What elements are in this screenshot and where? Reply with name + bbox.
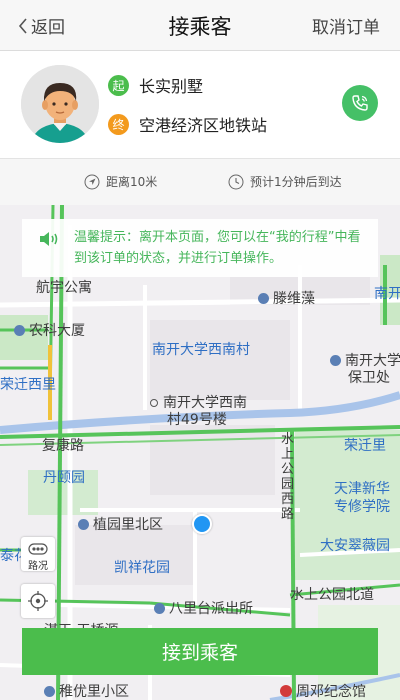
map-label-zhiyuan: 植园里北区 <box>78 517 163 533</box>
map-label-shuishang-road: 水上公园西路 <box>281 432 295 522</box>
current-location-marker <box>192 514 212 534</box>
map-label-nongke: 农科大厦 <box>14 323 85 339</box>
map-label-danyiyuan: 丹颐园 <box>43 470 85 486</box>
map-label-nankai-top: 南开 <box>374 286 400 302</box>
cancel-order-button[interactable]: 取消订单 <box>312 13 380 38</box>
map-label-bldg-1: 南开大学西南 <box>163 395 247 411</box>
passenger-avatar <box>21 65 99 143</box>
notice-banner: 温馨提示：离开本页面，您可以在“我的行程”中看到该订单的状态，并进行订单操作。 <box>22 219 378 277</box>
traffic-icon <box>28 543 48 555</box>
map-label-fukang: 复康路 <box>42 438 84 454</box>
clock-icon <box>228 174 244 189</box>
end-location: 终 空港经济区地铁站 <box>108 112 267 136</box>
small-dot-icon <box>150 399 158 407</box>
map-label-nankai-bwk-1: 南开大学 <box>345 353 400 369</box>
end-location-text: 空港经济区地铁站 <box>139 116 268 135</box>
start-badge: 起 <box>108 74 129 96</box>
eta-info: 预计1分钟后到达 <box>228 173 342 190</box>
map-label-hangyu-text: 航宇公寓 <box>36 280 92 296</box>
map-label-tj-2: 专修学院 <box>334 499 390 515</box>
map-label-zhiyuan-text: 植园里北区 <box>93 517 163 533</box>
trip-info-bar: 距离10米 预计1分钟后到达 <box>0 159 400 205</box>
map-label-balitai: 八里台派出所 <box>154 601 253 617</box>
end-badge: 终 <box>108 113 129 135</box>
notice-text: 温馨提示：离开本页面，您可以在“我的行程”中看到该订单的状态，并进行订单操作。 <box>74 230 361 266</box>
map-label-bldg: 南开大学西南 <box>150 395 247 411</box>
poi-icon <box>154 603 165 614</box>
phone-icon <box>352 95 368 111</box>
poi-icon <box>330 355 341 366</box>
map-label-tengweizao: 滕维藻 <box>258 291 315 307</box>
call-passenger-button[interactable] <box>342 85 378 121</box>
map-label-nankai-bwk-2: 保卫处 <box>348 370 390 386</box>
start-location: 起 长实别墅 <box>108 73 203 97</box>
map-label-nankai-xn: 南开大学西南村 <box>152 342 250 358</box>
locate-button[interactable] <box>21 584 55 618</box>
traffic-label: 路况 <box>28 561 48 572</box>
map-label-chiyou: 稚优里小区 <box>44 684 129 700</box>
poi-icon <box>14 325 25 336</box>
map-label-rongqianxili: 荣迁西里 <box>0 377 56 393</box>
map-label-hangyu: 航宇公寓 <box>36 280 92 296</box>
map-label-tj-1: 天津新华 <box>334 481 390 497</box>
map-label-nongke-text: 农科大厦 <box>29 323 85 339</box>
traffic-toggle[interactable]: 路况 <box>21 537 55 572</box>
start-location-text: 长实别墅 <box>139 77 204 96</box>
chevron-left-icon <box>18 17 27 34</box>
map-label-bldg-2: 村49号楼 <box>167 412 227 428</box>
map-label-tengweizao-text: 滕维藻 <box>273 291 315 307</box>
poi-icon <box>78 519 89 530</box>
memorial-icon <box>280 685 292 697</box>
map-label-daanzhai: 大安翠薇园 <box>320 538 390 554</box>
navigation-icon <box>84 174 100 189</box>
distance-text: 距离10米 <box>106 175 158 189</box>
map-label-nankai-bwk: 南开大学 <box>330 353 400 369</box>
nav-bar: 返回 接乘客 取消订单 <box>0 0 400 51</box>
speaker-icon <box>40 232 58 246</box>
map-label-kaixiang: 凯祥花园 <box>114 560 170 576</box>
back-label: 返回 <box>31 18 65 38</box>
poi-icon <box>258 293 269 304</box>
map-label-shuishang-n: 水上公园北道 <box>290 587 374 603</box>
passenger-card: 起 长实别墅 终 空港经济区地铁站 <box>0 51 400 159</box>
eta-text: 预计1分钟后到达 <box>250 175 342 189</box>
map-label-chiyou-text: 稚优里小区 <box>59 684 129 700</box>
map-label-rongqianli: 荣迁里 <box>344 438 386 454</box>
locate-icon <box>28 591 48 611</box>
poi-icon <box>44 686 55 697</box>
pickup-passenger-button[interactable]: 接到乘客 <box>22 628 378 675</box>
map-label-zhouden-text: 周邓纪念馆 <box>296 684 366 700</box>
distance-info: 距离10米 <box>84 173 157 190</box>
back-button[interactable]: 返回 <box>18 13 65 38</box>
map-label-balitai-text: 八里台派出所 <box>169 601 253 617</box>
map-label-zhouden: 周邓纪念馆 <box>280 684 366 700</box>
map-view[interactable]: 航宇公寓 滕维藻 南开 农科大厦 南开大学西南村 南开大学 保卫处 荣迁西里 南… <box>0 205 400 700</box>
